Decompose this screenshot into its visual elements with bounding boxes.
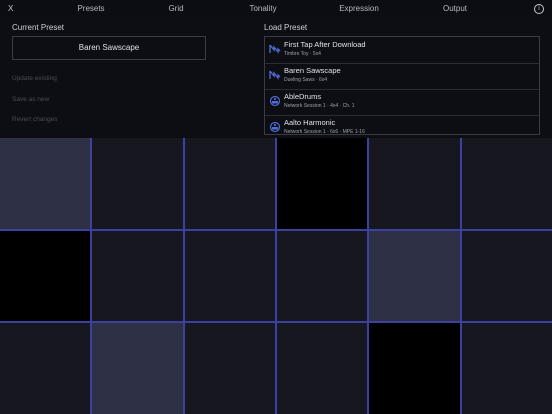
grid-pad[interactable] xyxy=(0,230,91,322)
waveform-icon xyxy=(269,44,281,54)
current-preset-title: Current Preset xyxy=(12,23,65,32)
tab-expression[interactable]: Expression xyxy=(339,4,379,13)
preset-name: First Tap After Download xyxy=(284,40,366,49)
update-existing-button[interactable]: Update existing xyxy=(12,75,57,82)
preset-subtitle: Network Session 1 · 4x4 · Ch. 1 xyxy=(284,103,355,109)
grid-pad[interactable] xyxy=(277,323,368,414)
grid-pad[interactable] xyxy=(184,230,275,322)
revert-changes-button[interactable]: Revert changes xyxy=(12,116,58,123)
grid-pad[interactable] xyxy=(461,323,552,414)
midi-port-icon xyxy=(269,121,281,133)
grid-pad[interactable] xyxy=(369,138,460,229)
grid-pad[interactable] xyxy=(277,230,368,322)
preset-subtitle: Network Session 1 · 6x6 · MPE 1-16 xyxy=(284,129,365,135)
waveform-icon xyxy=(269,70,281,80)
preset-name: AbleDrums xyxy=(284,92,322,101)
pad-grid xyxy=(0,138,552,414)
presets-panel: Current Preset Baren Sawscape Update exi… xyxy=(0,18,552,138)
grid-pad[interactable] xyxy=(92,323,183,414)
preset-name: Aalto Harmonic xyxy=(284,118,336,127)
tab-presets[interactable]: Presets xyxy=(77,4,104,13)
grid-pad[interactable] xyxy=(92,230,183,322)
grid-pad[interactable] xyxy=(184,138,275,229)
tab-output[interactable]: Output xyxy=(443,4,467,13)
grid-pad[interactable] xyxy=(0,323,91,414)
grid-pad[interactable] xyxy=(369,230,460,322)
close-button[interactable]: X xyxy=(8,4,13,13)
save-as-new-button[interactable]: Save as new xyxy=(12,96,49,103)
grid-pad[interactable] xyxy=(369,323,460,414)
preset-list[interactable]: First Tap After Download Timbre Toy · 5x… xyxy=(264,36,540,135)
grid-pad[interactable] xyxy=(184,323,275,414)
info-icon[interactable]: i xyxy=(534,4,544,14)
grid-pad[interactable] xyxy=(461,138,552,229)
tab-tonality[interactable]: Tonality xyxy=(249,4,276,13)
tab-grid[interactable]: Grid xyxy=(168,4,183,13)
top-tab-bar: X Presets Grid Tonality Expression Outpu… xyxy=(0,0,552,18)
preset-subtitle: Timbre Toy · 5x4 xyxy=(284,51,321,57)
midi-port-icon xyxy=(269,95,281,107)
preset-list-item[interactable]: Baren Sawscape Dueling Saws · 6x4 xyxy=(265,63,539,90)
preset-name: Baren Sawscape xyxy=(284,66,341,75)
preset-list-item[interactable]: Aalto Harmonic Network Session 1 · 6x6 ·… xyxy=(265,115,539,135)
grid-pad[interactable] xyxy=(277,138,368,229)
grid-pad[interactable] xyxy=(461,230,552,322)
preset-list-item[interactable]: First Tap After Download Timbre Toy · 5x… xyxy=(265,37,539,64)
current-preset-field[interactable]: Baren Sawscape xyxy=(12,36,206,60)
grid-pad[interactable] xyxy=(92,138,183,229)
load-preset-title: Load Preset xyxy=(264,23,308,32)
preset-subtitle: Dueling Saws · 6x4 xyxy=(284,77,328,83)
preset-list-item[interactable]: AbleDrums Network Session 1 · 4x4 · Ch. … xyxy=(265,89,539,116)
grid-pad[interactable] xyxy=(0,138,91,229)
